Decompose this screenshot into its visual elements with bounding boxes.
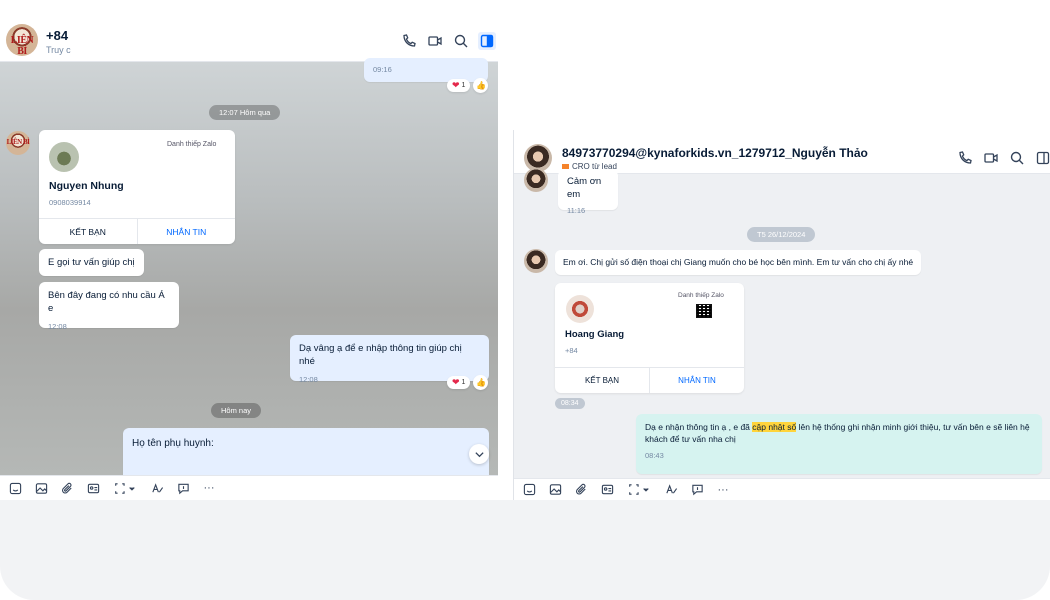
chat-header: 84973770294@kynaforkids.vn_1279712_Nguyễ…	[514, 130, 1050, 174]
label-tag-icon	[562, 164, 569, 170]
reaction-bar: ❤ 1 👍	[447, 375, 489, 390]
card-tag: Danh thiếp Zalo	[678, 292, 724, 299]
like-icon[interactable]: 👍	[473, 375, 489, 390]
add-friend-button[interactable]: KẾT BẠN	[555, 368, 650, 393]
contact-card[interactable]: Danh thiếp Zalo Nguyen Nhung 0908039914 …	[39, 130, 235, 244]
quick-message-icon[interactable]	[176, 481, 190, 495]
message-bubble-received[interactable]: E gọi tư vấn giúp chị	[39, 249, 144, 276]
date-divider: 12:07 Hôm qua	[209, 105, 281, 120]
attach-icon[interactable]	[60, 481, 74, 495]
chevron-down-icon	[474, 451, 484, 457]
more-icon[interactable]: ···	[716, 483, 730, 497]
contact-name[interactable]: +84	[46, 28, 68, 43]
header-actions	[956, 149, 1050, 167]
message-bubble-received[interactable]: Bên đây đang có nhu cầu Á e 12:08	[39, 282, 179, 331]
left-chat-window: LIÊN BÌ +84 Truy c 09:16 ❤ 1 👍 12:07 Hôm …	[0, 0, 498, 500]
reaction-count[interactable]: ❤ 1	[447, 79, 471, 92]
reaction-count[interactable]: ❤ 1	[447, 376, 471, 389]
message-text: Dạ e nhận thông tin ạ , e đã	[645, 422, 753, 432]
card-contact-phone: 0908039914	[49, 198, 91, 207]
send-message-button[interactable]: NHẮN TIN	[650, 368, 744, 393]
video-icon[interactable]	[426, 32, 444, 50]
attach-icon[interactable]	[574, 483, 588, 497]
avatar-text: LIÊN BÌ	[10, 35, 34, 56]
search-icon[interactable]	[452, 32, 470, 50]
reaction-bar: ❤ 1 👍	[447, 78, 489, 93]
contact-name[interactable]: 84973770294@kynaforkids.vn_1279712_Nguyễ…	[562, 146, 868, 160]
highlighted-text: cập nhật số	[752, 422, 797, 432]
composer-toolbar: ···	[514, 478, 1050, 500]
card-tag: Danh thiếp Zalo	[167, 141, 217, 148]
reaction-number: 1	[461, 379, 466, 386]
avatar-text: LIÊN BÌ	[6, 138, 30, 147]
send-message-button[interactable]: NHẮN TIN	[138, 219, 236, 244]
card-actions: KẾT BẠN NHẮN TIN	[555, 367, 744, 393]
message-text: E gọi tư vấn giúp chị	[48, 257, 135, 268]
quick-message-icon[interactable]	[690, 483, 704, 497]
card-contact-name: Nguyen Nhung	[49, 180, 124, 192]
phone-icon[interactable]	[400, 32, 418, 50]
card-avatar	[49, 142, 79, 172]
header-actions	[400, 32, 496, 50]
screenshot-icon[interactable]	[626, 483, 652, 497]
card-actions: KẾT BẠN NHẮN TIN	[39, 218, 235, 244]
contact-card[interactable]: Danh thiếp Zalo Hoang Giang +84 KẾT BẠN …	[555, 283, 744, 393]
message-time-badge: 08:34	[555, 398, 585, 409]
message-text: Bên đây đang có nhu cầu Á e	[48, 290, 165, 314]
phone-icon[interactable]	[956, 149, 974, 167]
sticker-icon[interactable]	[8, 481, 22, 495]
like-icon[interactable]: 👍	[473, 78, 489, 93]
page-background	[0, 500, 1050, 600]
message-bubble-sent[interactable]: Dạ e nhận thông tin ạ , e đã cập nhật số…	[636, 414, 1042, 474]
right-chat-window: 84973770294@kynaforkids.vn_1279712_Nguyễ…	[513, 130, 1050, 500]
message-time: 08:43	[645, 451, 664, 460]
sidebar-toggle-icon[interactable]	[478, 32, 496, 50]
message-text: Em ơi. Chị gửi số điện thoại chị Giang m…	[563, 257, 914, 267]
message-bubble-received[interactable]: Cảm ơn em 11:16	[558, 170, 618, 215]
message-text: Họ tên phụ huynh:	[132, 438, 214, 449]
search-icon[interactable]	[1008, 149, 1026, 167]
contact-status: Truy c	[46, 45, 71, 55]
contact-card-icon[interactable]	[86, 481, 100, 495]
scroll-to-bottom-button[interactable]	[469, 444, 489, 464]
heart-icon: ❤	[452, 80, 460, 90]
date-divider: Hôm nay	[211, 403, 262, 418]
message-time: 09:16	[373, 65, 392, 74]
image-icon[interactable]	[548, 483, 562, 497]
message-time: 12:08	[48, 322, 67, 331]
message-list[interactable]: Cảm ơn em 11:16 T5 26/12/2024 Em ơi. Chị…	[514, 168, 1050, 478]
card-contact-phone: +84	[565, 346, 578, 355]
sender-avatar[interactable]	[524, 168, 548, 192]
format-text-icon[interactable]	[150, 481, 164, 495]
date-divider: T5 26/12/2024	[747, 227, 816, 242]
video-icon[interactable]	[982, 149, 1000, 167]
message-bubble-received[interactable]: Em ơi. Chị gửi số điện thoại chị Giang m…	[555, 250, 922, 275]
composer-toolbar: ···	[0, 475, 498, 500]
message-time: 11:16	[567, 206, 586, 215]
sticker-icon[interactable]	[522, 483, 536, 497]
more-icon[interactable]: ···	[202, 481, 216, 495]
reaction-number: 1	[461, 82, 466, 89]
card-avatar	[566, 295, 594, 323]
chat-header: LIÊN BÌ +84 Truy c	[0, 0, 498, 62]
image-icon[interactable]	[34, 481, 48, 495]
heart-icon: ❤	[452, 377, 460, 387]
message-text: Dạ vâng ạ để e nhập thông tin giúp chị n…	[299, 343, 462, 367]
format-text-icon[interactable]	[664, 483, 678, 497]
sender-avatar[interactable]	[524, 249, 548, 273]
card-contact-name: Hoang Giang	[565, 329, 625, 340]
contact-avatar[interactable]: LIÊN BÌ	[6, 24, 38, 56]
screenshot-icon[interactable]	[112, 481, 138, 495]
contact-card-icon[interactable]	[600, 483, 614, 497]
add-friend-button[interactable]: KẾT BẠN	[39, 219, 138, 244]
message-text: Cảm ơn em	[567, 176, 602, 200]
qr-code-icon[interactable]	[696, 304, 712, 318]
sidebar-toggle-icon[interactable]	[1034, 149, 1050, 167]
message-list[interactable]: 09:16 ❤ 1 👍 12:07 Hôm qua LIÊN BÌ Danh th…	[0, 58, 498, 488]
sender-avatar[interactable]: LIÊN BÌ	[6, 131, 30, 155]
